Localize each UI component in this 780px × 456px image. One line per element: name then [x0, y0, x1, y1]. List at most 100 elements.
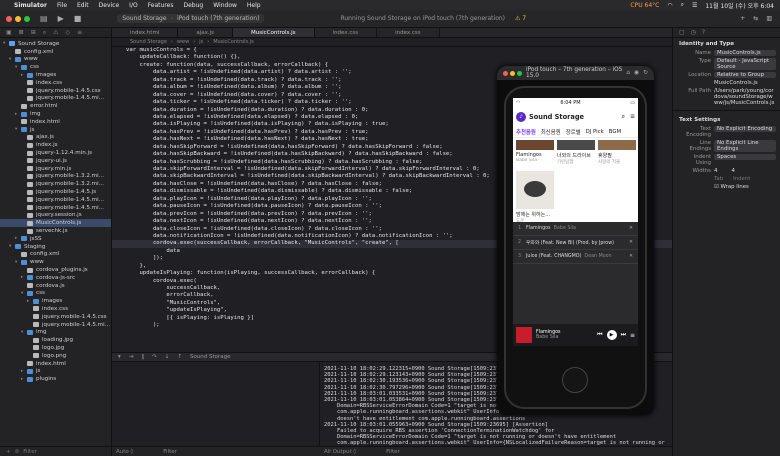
console-output-mode[interactable]: All Output ◊ [324, 449, 356, 455]
line-number[interactable] [112, 315, 122, 322]
line-number[interactable] [112, 322, 122, 329]
line-number[interactable] [112, 270, 122, 277]
menu-edit[interactable]: Edit [77, 2, 89, 9]
add-icon[interactable]: + [740, 15, 745, 22]
jump-file[interactable]: MusicControls.js [213, 39, 254, 45]
file-tree-item[interactable]: index.html [0, 118, 111, 126]
song-card[interactable]: 휴양필 사랑의 저울 [598, 140, 636, 165]
playlist-item[interactable]: 1 Flamingos Babe Sila ✕ [513, 222, 638, 236]
line-number[interactable] [112, 218, 122, 225]
step-in-icon[interactable]: ↓ [165, 354, 170, 360]
home-icon[interactable]: ⌂ [626, 70, 630, 76]
home-button[interactable] [562, 367, 588, 393]
previous-icon[interactable]: ⏮ [597, 331, 602, 339]
menu-io[interactable]: I/O [129, 2, 138, 9]
line-number[interactable] [112, 77, 122, 84]
jump-www[interactable]: www [177, 39, 189, 45]
navigator-filter-bar[interactable]: + ⊜ Filter [0, 446, 112, 456]
file-tree-item[interactable]: index.html [0, 360, 111, 368]
menu-help[interactable]: Help [247, 2, 261, 9]
run-icon[interactable]: ▶ [58, 14, 64, 23]
file-tree-item[interactable]: config.xml [0, 251, 111, 259]
debug-icon[interactable]: ≡ [77, 29, 82, 36]
file-tree-item[interactable]: ▸ images [0, 297, 111, 305]
tab-category-genre[interactable]: 장르별 [566, 128, 581, 136]
tab-category-dj-pick[interactable]: DJ Pick [586, 129, 604, 135]
file-tree-item[interactable]: error.html [0, 102, 111, 110]
file-tree-item[interactable]: jquery.mobile-1.4.5.mi... [0, 95, 111, 103]
line-number[interactable] [112, 203, 122, 210]
file-tree-item[interactable]: cordova.js [0, 282, 111, 290]
line-number[interactable] [112, 151, 122, 158]
line-number[interactable] [112, 248, 122, 255]
location-select[interactable]: Relative to Group [714, 72, 776, 78]
pause-icon[interactable]: ‖ [141, 354, 144, 360]
history-icon[interactable]: ◷ [691, 29, 696, 36]
file-tree-item[interactable]: loading.jpg [0, 336, 111, 344]
file-tree-item[interactable]: index.css [0, 79, 111, 87]
file-tree-item[interactable]: ▾ css [0, 63, 111, 71]
editor-options-icon[interactable]: ⇆ [753, 15, 758, 22]
menu-icon[interactable]: ≡ [630, 113, 635, 121]
add-file-icon[interactable]: + [6, 449, 11, 455]
file-tree-item[interactable]: jquery-1.12.4.min.js [0, 149, 111, 157]
song-card[interactable]: 밤에는 위하는... 도운 [513, 167, 638, 224]
lineendings-select[interactable]: No Explicit Line Endings [714, 140, 776, 152]
remove-icon[interactable]: ✕ [629, 226, 633, 231]
line-number[interactable] [112, 99, 122, 106]
file-tree-item[interactable]: jquery.mobile-1.4.5.js [0, 188, 111, 196]
test-icon[interactable]: ◇ [66, 29, 71, 36]
file-tree-item[interactable]: jquery.mobile-1.4.5.mi... [0, 321, 111, 329]
file-tree-item[interactable]: config.xml [0, 48, 111, 56]
file-tree-item[interactable]: ▸ images [0, 71, 111, 79]
file-tree-item[interactable]: ▾ Staging [0, 243, 111, 251]
step-out-icon[interactable]: ↑ [177, 354, 182, 360]
navigator-filter-placeholder[interactable]: Filter [23, 449, 37, 455]
stop-icon[interactable]: ■ [74, 14, 82, 23]
line-number[interactable] [112, 240, 122, 247]
file-tree-item[interactable]: jquery-ui.js [0, 157, 111, 165]
menubar-clock[interactable]: 11월 10일 (수) 오후 6:04 [705, 1, 774, 10]
step-over-icon[interactable]: ↷ [152, 354, 157, 360]
tab-width-stepper[interactable]: 4 [714, 168, 717, 174]
find-icon[interactable]: ⌕ [43, 29, 46, 37]
line-number[interactable] [112, 278, 122, 285]
variables-view[interactable]: Auto ◊ Filter [112, 362, 320, 456]
line-number[interactable] [112, 129, 122, 136]
search-icon[interactable]: ⌕ [622, 113, 625, 121]
file-tree-item[interactable]: ▾ www [0, 56, 111, 64]
name-field[interactable]: MusicControls.js [714, 50, 776, 56]
breakpoints-icon[interactable]: ⇥ [129, 354, 134, 360]
line-number[interactable] [112, 263, 122, 270]
line-number[interactable] [112, 159, 122, 166]
line-number[interactable] [112, 166, 122, 173]
search-icon[interactable]: ⌕ [681, 1, 684, 9]
tab-music-controls-js[interactable]: MusicControls.js [233, 28, 315, 37]
file-tree-item[interactable]: jquery.mobile-1.4.5.css [0, 87, 111, 95]
file-tree-item[interactable]: jquery.min.js [0, 165, 111, 173]
line-number[interactable] [112, 62, 122, 69]
file-tree-item[interactable]: ▸ jsSS [0, 235, 111, 243]
tab-index-html[interactable]: index.html [112, 28, 179, 37]
sim-minimize-button[interactable] [510, 70, 515, 76]
file-tree-item[interactable]: ▸ plugins [0, 375, 111, 383]
file-tree-item[interactable]: jquery.mobile-1.3.2.mi... [0, 180, 111, 188]
playlist-item[interactable]: 2 우와와 (Feat. New Bi) (Prod. by Jprow) ✕ [513, 236, 638, 250]
line-number[interactable] [112, 136, 122, 143]
line-number[interactable] [112, 54, 122, 61]
menu-features[interactable]: Features [148, 2, 174, 9]
line-number[interactable] [112, 181, 122, 188]
file-tree-item[interactable]: index.css [0, 305, 111, 313]
scheme-selector[interactable]: Sound Storage › iPod touch (7th generati… [117, 14, 265, 23]
remove-icon[interactable]: ✕ [629, 254, 633, 259]
file-inspector-icon[interactable]: ▢ [679, 29, 685, 36]
wifi-icon[interactable]: ◠ [667, 2, 672, 9]
line-number[interactable] [112, 92, 122, 99]
menu-file[interactable]: File [57, 2, 67, 9]
line-number[interactable] [112, 307, 122, 314]
play-icon[interactable]: ▶ [606, 330, 617, 340]
file-tree-item[interactable]: ▸ cordova-js-src [0, 274, 111, 282]
indent-width-stepper[interactable]: 4 [731, 168, 734, 174]
file-tree-item[interactable]: cordova_plugins.js [0, 266, 111, 274]
screenshot-icon[interactable]: ◉ [634, 70, 639, 76]
